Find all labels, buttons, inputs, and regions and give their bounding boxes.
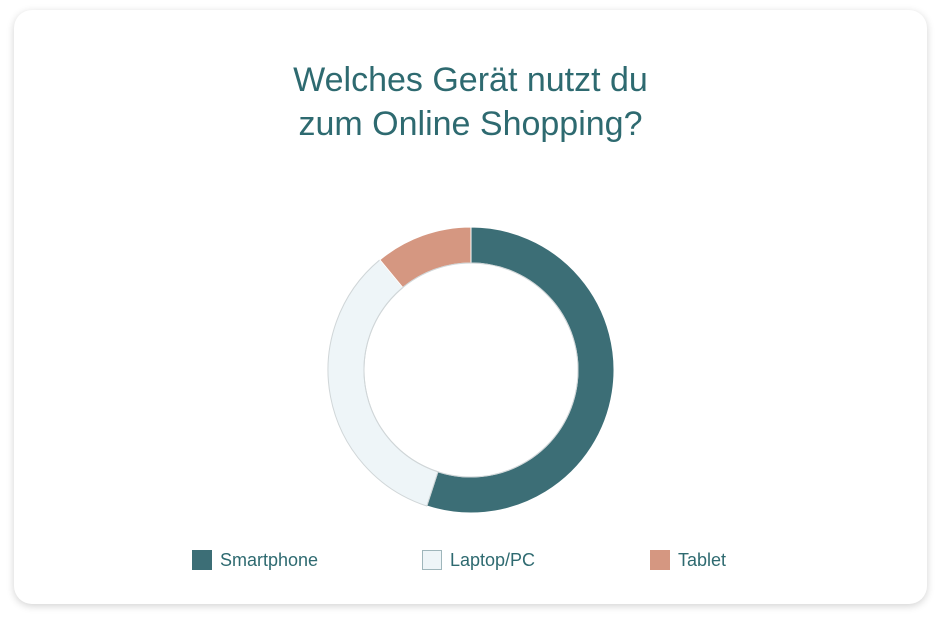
legend-label-laptop: Laptop/PC <box>450 549 536 570</box>
legend-swatch-laptop <box>422 550 442 570</box>
donut-segment-smartphone <box>426 226 615 514</box>
legend-swatch-tablet <box>650 550 670 570</box>
donut-segment-laptop-pc <box>327 259 439 507</box>
donut-inner-ring <box>363 262 579 478</box>
legend-label-smartphone: Smartphone <box>220 549 319 570</box>
legend-swatch-smartphone <box>192 550 212 570</box>
legend-item-tablet: Tablet <box>650 548 726 572</box>
legend-item-smartphone: Smartphone <box>192 548 318 572</box>
legend-item-laptop: Laptop/PC <box>422 548 535 572</box>
legend-label-tablet: Tablet <box>678 549 727 570</box>
donut-chart <box>327 226 615 514</box>
